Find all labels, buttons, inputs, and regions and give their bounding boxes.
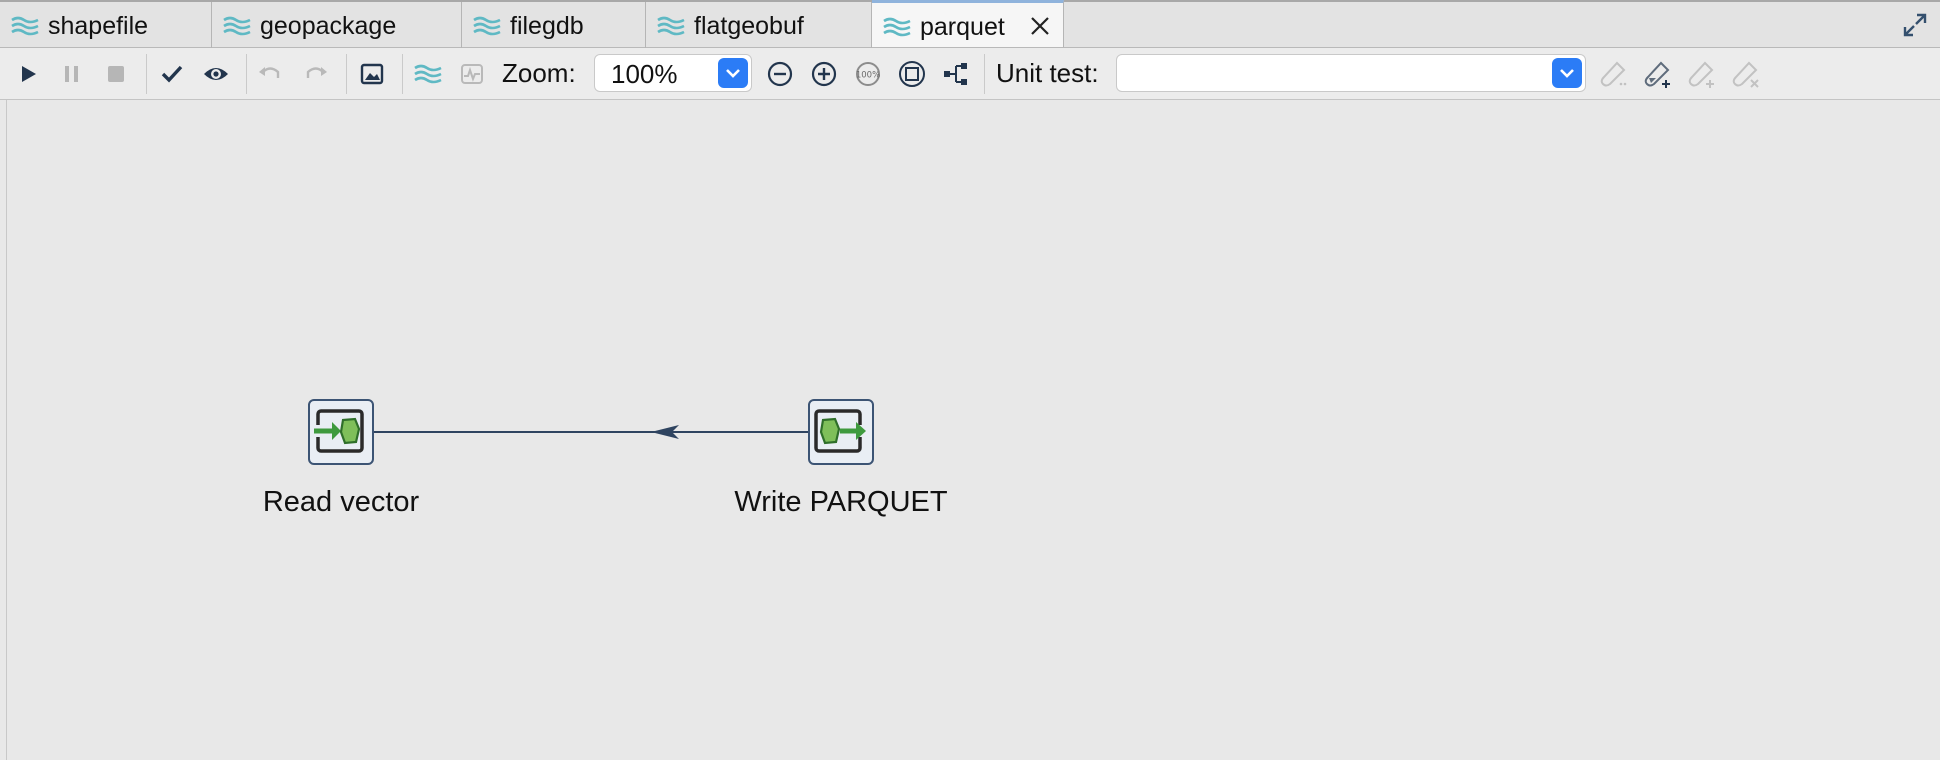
pipeline-canvas[interactable]: Read vector Write PARQUET bbox=[6, 100, 1940, 760]
tab-label: geopackage bbox=[260, 12, 397, 40]
step-label: Read vector bbox=[262, 486, 420, 518]
eye-icon[interactable] bbox=[202, 60, 230, 88]
tab-flatgeobuf[interactable]: flatgeobuf bbox=[646, 2, 872, 48]
zoom-label: Zoom: bbox=[502, 58, 576, 88]
vector-input-icon bbox=[313, 409, 364, 453]
test-tube-icon[interactable] bbox=[1600, 60, 1628, 88]
zoom-select[interactable]: 100% bbox=[594, 54, 752, 92]
tab-bar: shapefile geopackage filegdb flatgeobuf bbox=[0, 0, 1940, 48]
transformation-icon bbox=[473, 16, 501, 36]
transformation-icon bbox=[883, 17, 911, 37]
stop-icon[interactable] bbox=[102, 60, 130, 88]
test-tube-add-icon[interactable] bbox=[1644, 60, 1672, 88]
toolbar-separator bbox=[146, 54, 147, 94]
zoom-100-icon[interactable]: 100% bbox=[854, 60, 882, 88]
svg-text:100%: 100% bbox=[856, 71, 880, 81]
layout-icon[interactable] bbox=[942, 60, 970, 88]
step-label: Write PARQUET bbox=[734, 486, 948, 518]
redo-icon[interactable] bbox=[302, 60, 330, 88]
tab-label: shapefile bbox=[48, 12, 149, 40]
transformation-icon[interactable] bbox=[414, 60, 442, 88]
tab-geopackage[interactable]: geopackage bbox=[212, 2, 462, 48]
run-icon[interactable] bbox=[14, 60, 42, 88]
tab-parquet[interactable]: parquet bbox=[872, 0, 1064, 47]
zoom-dropdown-button[interactable] bbox=[718, 58, 748, 88]
step-write-parquet[interactable] bbox=[808, 399, 874, 465]
undo-icon[interactable] bbox=[256, 60, 284, 88]
step-read-vector[interactable] bbox=[308, 399, 374, 465]
toolbar-separator bbox=[246, 54, 247, 94]
zoom-out-icon[interactable] bbox=[766, 60, 794, 88]
unit-test-dropdown-button[interactable] bbox=[1552, 58, 1582, 88]
chevron-down-icon bbox=[726, 69, 740, 78]
test-tube-delete-icon[interactable] bbox=[1732, 60, 1760, 88]
zoom-in-icon[interactable] bbox=[810, 60, 838, 88]
transformation-icon bbox=[657, 16, 685, 36]
toolbar-separator bbox=[402, 54, 403, 94]
hop-connector[interactable] bbox=[7, 100, 1940, 760]
toolbar: Zoom: 100% 100% Unit test: bbox=[0, 48, 1940, 100]
image-export-icon[interactable] bbox=[358, 60, 386, 88]
transformation-icon bbox=[11, 16, 39, 36]
checkmark-icon[interactable] bbox=[158, 60, 186, 88]
transformation-icon bbox=[223, 16, 251, 36]
zoom-value: 100% bbox=[611, 59, 678, 89]
tab-label: flatgeobuf bbox=[694, 12, 804, 40]
tab-shapefile[interactable]: shapefile bbox=[0, 2, 212, 48]
close-tab-icon[interactable] bbox=[1029, 15, 1051, 37]
maximize-icon[interactable] bbox=[1902, 12, 1928, 38]
unit-test-select[interactable] bbox=[1116, 54, 1586, 92]
tab-filegdb[interactable]: filegdb bbox=[462, 2, 646, 48]
chevron-down-icon bbox=[1560, 69, 1574, 78]
zoom-fit-icon[interactable] bbox=[898, 60, 926, 88]
pause-icon[interactable] bbox=[58, 60, 86, 88]
tab-label: filegdb bbox=[510, 12, 584, 40]
toolbar-separator bbox=[346, 54, 347, 94]
vector-output-icon bbox=[814, 409, 866, 453]
unit-test-label: Unit test: bbox=[996, 58, 1099, 88]
toolbar-separator bbox=[984, 54, 985, 94]
tab-label: parquet bbox=[920, 13, 1005, 41]
metrics-icon[interactable] bbox=[458, 60, 486, 88]
test-tube-edit-icon[interactable] bbox=[1688, 60, 1716, 88]
